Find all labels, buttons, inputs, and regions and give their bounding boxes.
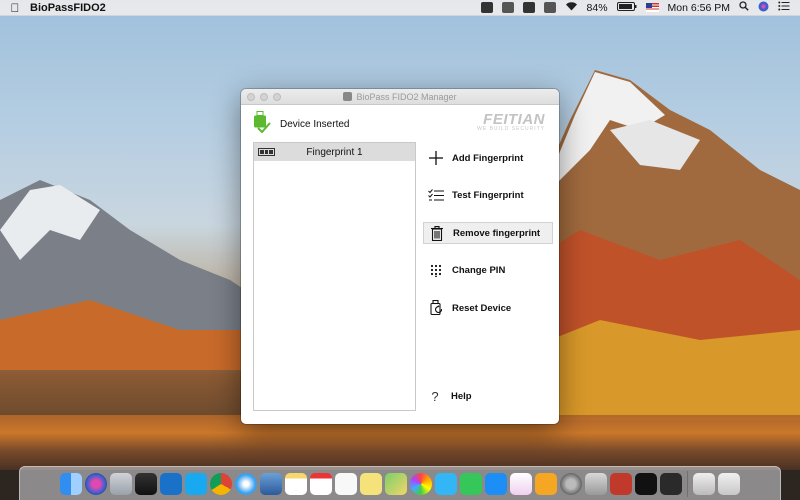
reset-device-button[interactable]: Reset Device bbox=[423, 297, 553, 319]
itunes-icon[interactable] bbox=[510, 472, 532, 495]
remove-fingerprint-button[interactable]: Remove fingerprint bbox=[423, 222, 553, 245]
window-title-text: BioPass FIDO2 Manager bbox=[356, 91, 457, 102]
help-button[interactable]: ? Help bbox=[427, 389, 472, 404]
close-window-button[interactable] bbox=[247, 93, 255, 101]
photo-booth-icon[interactable] bbox=[610, 472, 632, 495]
checklist-icon bbox=[427, 188, 445, 204]
chrome-icon[interactable] bbox=[210, 472, 232, 495]
help-label: Help bbox=[451, 391, 472, 402]
question-mark-icon: ? bbox=[431, 389, 439, 404]
safari-icon[interactable] bbox=[235, 472, 257, 495]
battery-percentage[interactable]: 84% bbox=[587, 2, 608, 14]
action-panel: Add Fingerprint Test Fingerprint Remove … bbox=[423, 147, 553, 335]
maps-icon[interactable] bbox=[385, 472, 407, 495]
window-titlebar[interactable]: BioPass FIDO2 Manager bbox=[241, 89, 559, 105]
fingerprint-label: Fingerprint 1 bbox=[306, 146, 363, 158]
menu-clock[interactable]: Mon 6:56 PM bbox=[668, 2, 730, 14]
mission-control-icon[interactable] bbox=[135, 472, 157, 495]
reset-key-icon bbox=[427, 300, 445, 316]
preview-icon[interactable] bbox=[260, 472, 282, 495]
app-icon bbox=[343, 92, 353, 101]
apple-menu-icon[interactable]:  bbox=[0, 1, 30, 15]
keychain-icon[interactable] bbox=[585, 472, 607, 495]
reset-device-label: Reset Device bbox=[452, 302, 512, 314]
dock bbox=[19, 466, 781, 500]
device-status: Device Inserted bbox=[253, 111, 349, 138]
fingerprint-list[interactable]: Fingerprint 1 bbox=[253, 142, 416, 411]
feitian-logo: FEITIAN WE BUILD SECURITY bbox=[477, 111, 545, 132]
skype-icon[interactable] bbox=[185, 472, 207, 495]
menu-extras: 84% Mon 6:56 PM bbox=[480, 1, 800, 15]
test-fingerprint-label: Test Fingerprint bbox=[452, 190, 524, 202]
notification-center-icon[interactable] bbox=[778, 1, 790, 14]
finder-icon[interactable] bbox=[60, 472, 82, 495]
input-source-flag-icon[interactable] bbox=[645, 3, 659, 12]
window-title: BioPass FIDO2 Manager bbox=[343, 91, 457, 102]
biopass-manager-window: BioPass FIDO2 Manager Device Inserted FE… bbox=[241, 89, 559, 424]
dock-separator bbox=[687, 470, 688, 497]
menu-extra-icon[interactable] bbox=[522, 2, 535, 13]
siri-icon[interactable] bbox=[758, 1, 769, 15]
spotlight-search-icon[interactable] bbox=[739, 1, 749, 14]
change-pin-label: Change PIN bbox=[452, 265, 506, 277]
siri-icon[interactable] bbox=[85, 472, 107, 495]
menu-extra-icon[interactable] bbox=[480, 2, 493, 13]
photos-icon[interactable] bbox=[410, 472, 432, 495]
notes-icon[interactable] bbox=[285, 472, 307, 495]
terminal-icon[interactable] bbox=[635, 472, 657, 495]
calendar-icon[interactable] bbox=[310, 472, 332, 495]
menu-bar:  BioPassFIDO2 84% Mon 6:56 PM bbox=[0, 0, 800, 16]
system-preferences-icon[interactable] bbox=[560, 472, 582, 495]
app-menu[interactable]: BioPassFIDO2 bbox=[30, 2, 106, 14]
fingerprint-list-item[interactable]: Fingerprint 1 bbox=[254, 143, 415, 161]
add-fingerprint-button[interactable]: Add Fingerprint bbox=[423, 147, 553, 169]
facetime-icon[interactable] bbox=[460, 472, 482, 495]
remove-fingerprint-label: Remove fingerprint bbox=[453, 227, 541, 239]
minimize-window-button[interactable] bbox=[260, 93, 268, 101]
wallpaper-mountain-left bbox=[0, 180, 260, 370]
wifi-icon[interactable] bbox=[565, 1, 578, 14]
archive-icon[interactable] bbox=[693, 472, 715, 495]
plus-icon bbox=[427, 150, 445, 166]
screen-capture-icon[interactable] bbox=[501, 2, 514, 13]
stickies-icon[interactable] bbox=[360, 472, 382, 495]
app-store-icon[interactable] bbox=[485, 472, 507, 495]
usb-key-check-icon bbox=[253, 111, 271, 138]
device-status-label: Device Inserted bbox=[280, 119, 350, 130]
reminders-icon[interactable] bbox=[335, 472, 357, 495]
brand-tagline: WE BUILD SECURITY bbox=[477, 126, 545, 132]
add-fingerprint-label: Add Fingerprint bbox=[452, 152, 524, 164]
trash-icon bbox=[428, 225, 446, 241]
keypad-icon bbox=[427, 263, 445, 279]
test-fingerprint-button[interactable]: Test Fingerprint bbox=[423, 185, 553, 207]
battery-icon[interactable] bbox=[616, 1, 637, 14]
messages-icon[interactable] bbox=[435, 472, 457, 495]
launchpad-icon[interactable] bbox=[110, 472, 132, 495]
biopass-icon[interactable] bbox=[660, 472, 682, 495]
zoom-window-button[interactable] bbox=[273, 93, 281, 101]
trash-icon[interactable] bbox=[718, 472, 740, 495]
ibooks-icon[interactable] bbox=[535, 472, 557, 495]
fingerprint-slot-icon bbox=[258, 148, 275, 156]
window-controls bbox=[247, 93, 281, 101]
airplay-icon[interactable] bbox=[543, 2, 556, 13]
change-pin-button[interactable]: Change PIN bbox=[423, 260, 553, 282]
skype-business-icon[interactable] bbox=[160, 472, 182, 495]
